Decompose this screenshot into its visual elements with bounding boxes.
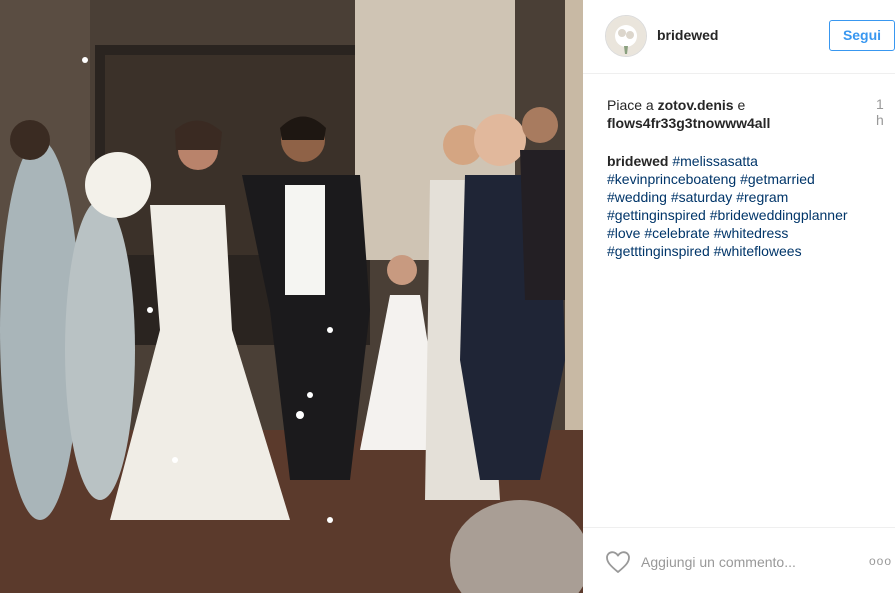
hashtag-link[interactable]: #whiteflowees bbox=[714, 243, 802, 259]
hashtag-link[interactable]: #brideweddingplanner bbox=[710, 207, 848, 223]
post-timestamp[interactable]: 1 h bbox=[876, 96, 895, 128]
hashtag-link[interactable]: #getmarried bbox=[740, 171, 815, 187]
hashtag-link[interactable]: #regram bbox=[736, 189, 788, 205]
hashtag-link[interactable]: #love bbox=[607, 225, 640, 241]
likes-joiner: e bbox=[733, 97, 746, 113]
hashtag-link[interactable]: #kevinprinceboateng bbox=[607, 171, 736, 187]
likes-summary: Piace a zotov.denis e flows4fr33g3tnowww… bbox=[607, 96, 877, 132]
post-photo[interactable] bbox=[0, 0, 583, 593]
more-options-icon[interactable]: ooo bbox=[869, 554, 892, 568]
caption-author-link[interactable]: bridewed bbox=[607, 153, 668, 169]
liker-link-1[interactable]: zotov.denis bbox=[658, 97, 734, 113]
heart-outline-icon[interactable] bbox=[605, 550, 631, 574]
avatar[interactable] bbox=[605, 15, 647, 57]
post-photo-illustration bbox=[0, 0, 583, 593]
post-header: bridewed Segui bbox=[583, 0, 895, 74]
liker-link-2[interactable]: flows4fr33g3tnowww4all bbox=[607, 115, 770, 131]
comment-input[interactable] bbox=[641, 552, 841, 572]
follow-button[interactable]: Segui bbox=[829, 20, 895, 51]
hashtag-link[interactable]: #gettinginspired bbox=[607, 207, 706, 223]
hashtag-link[interactable]: #saturday bbox=[671, 189, 732, 205]
avatar-image bbox=[606, 16, 646, 56]
comment-bar: ooo bbox=[583, 527, 895, 593]
hashtag-link[interactable]: #wedding bbox=[607, 189, 667, 205]
username-link[interactable]: bridewed bbox=[657, 27, 718, 43]
hashtag-link[interactable]: #melissasatta bbox=[672, 153, 758, 169]
likes-prefix: Piace a bbox=[607, 97, 658, 113]
hashtag-link[interactable]: #celebrate bbox=[644, 225, 709, 241]
hashtag-link[interactable]: #getttinginspired bbox=[607, 243, 710, 259]
post-side-panel: bridewed Segui Piace a zotov.denis e flo… bbox=[583, 0, 895, 593]
hashtag-link[interactable]: #whitedress bbox=[714, 225, 789, 241]
post-caption: bridewed #melissasatta #kevinprinceboate… bbox=[607, 152, 887, 260]
